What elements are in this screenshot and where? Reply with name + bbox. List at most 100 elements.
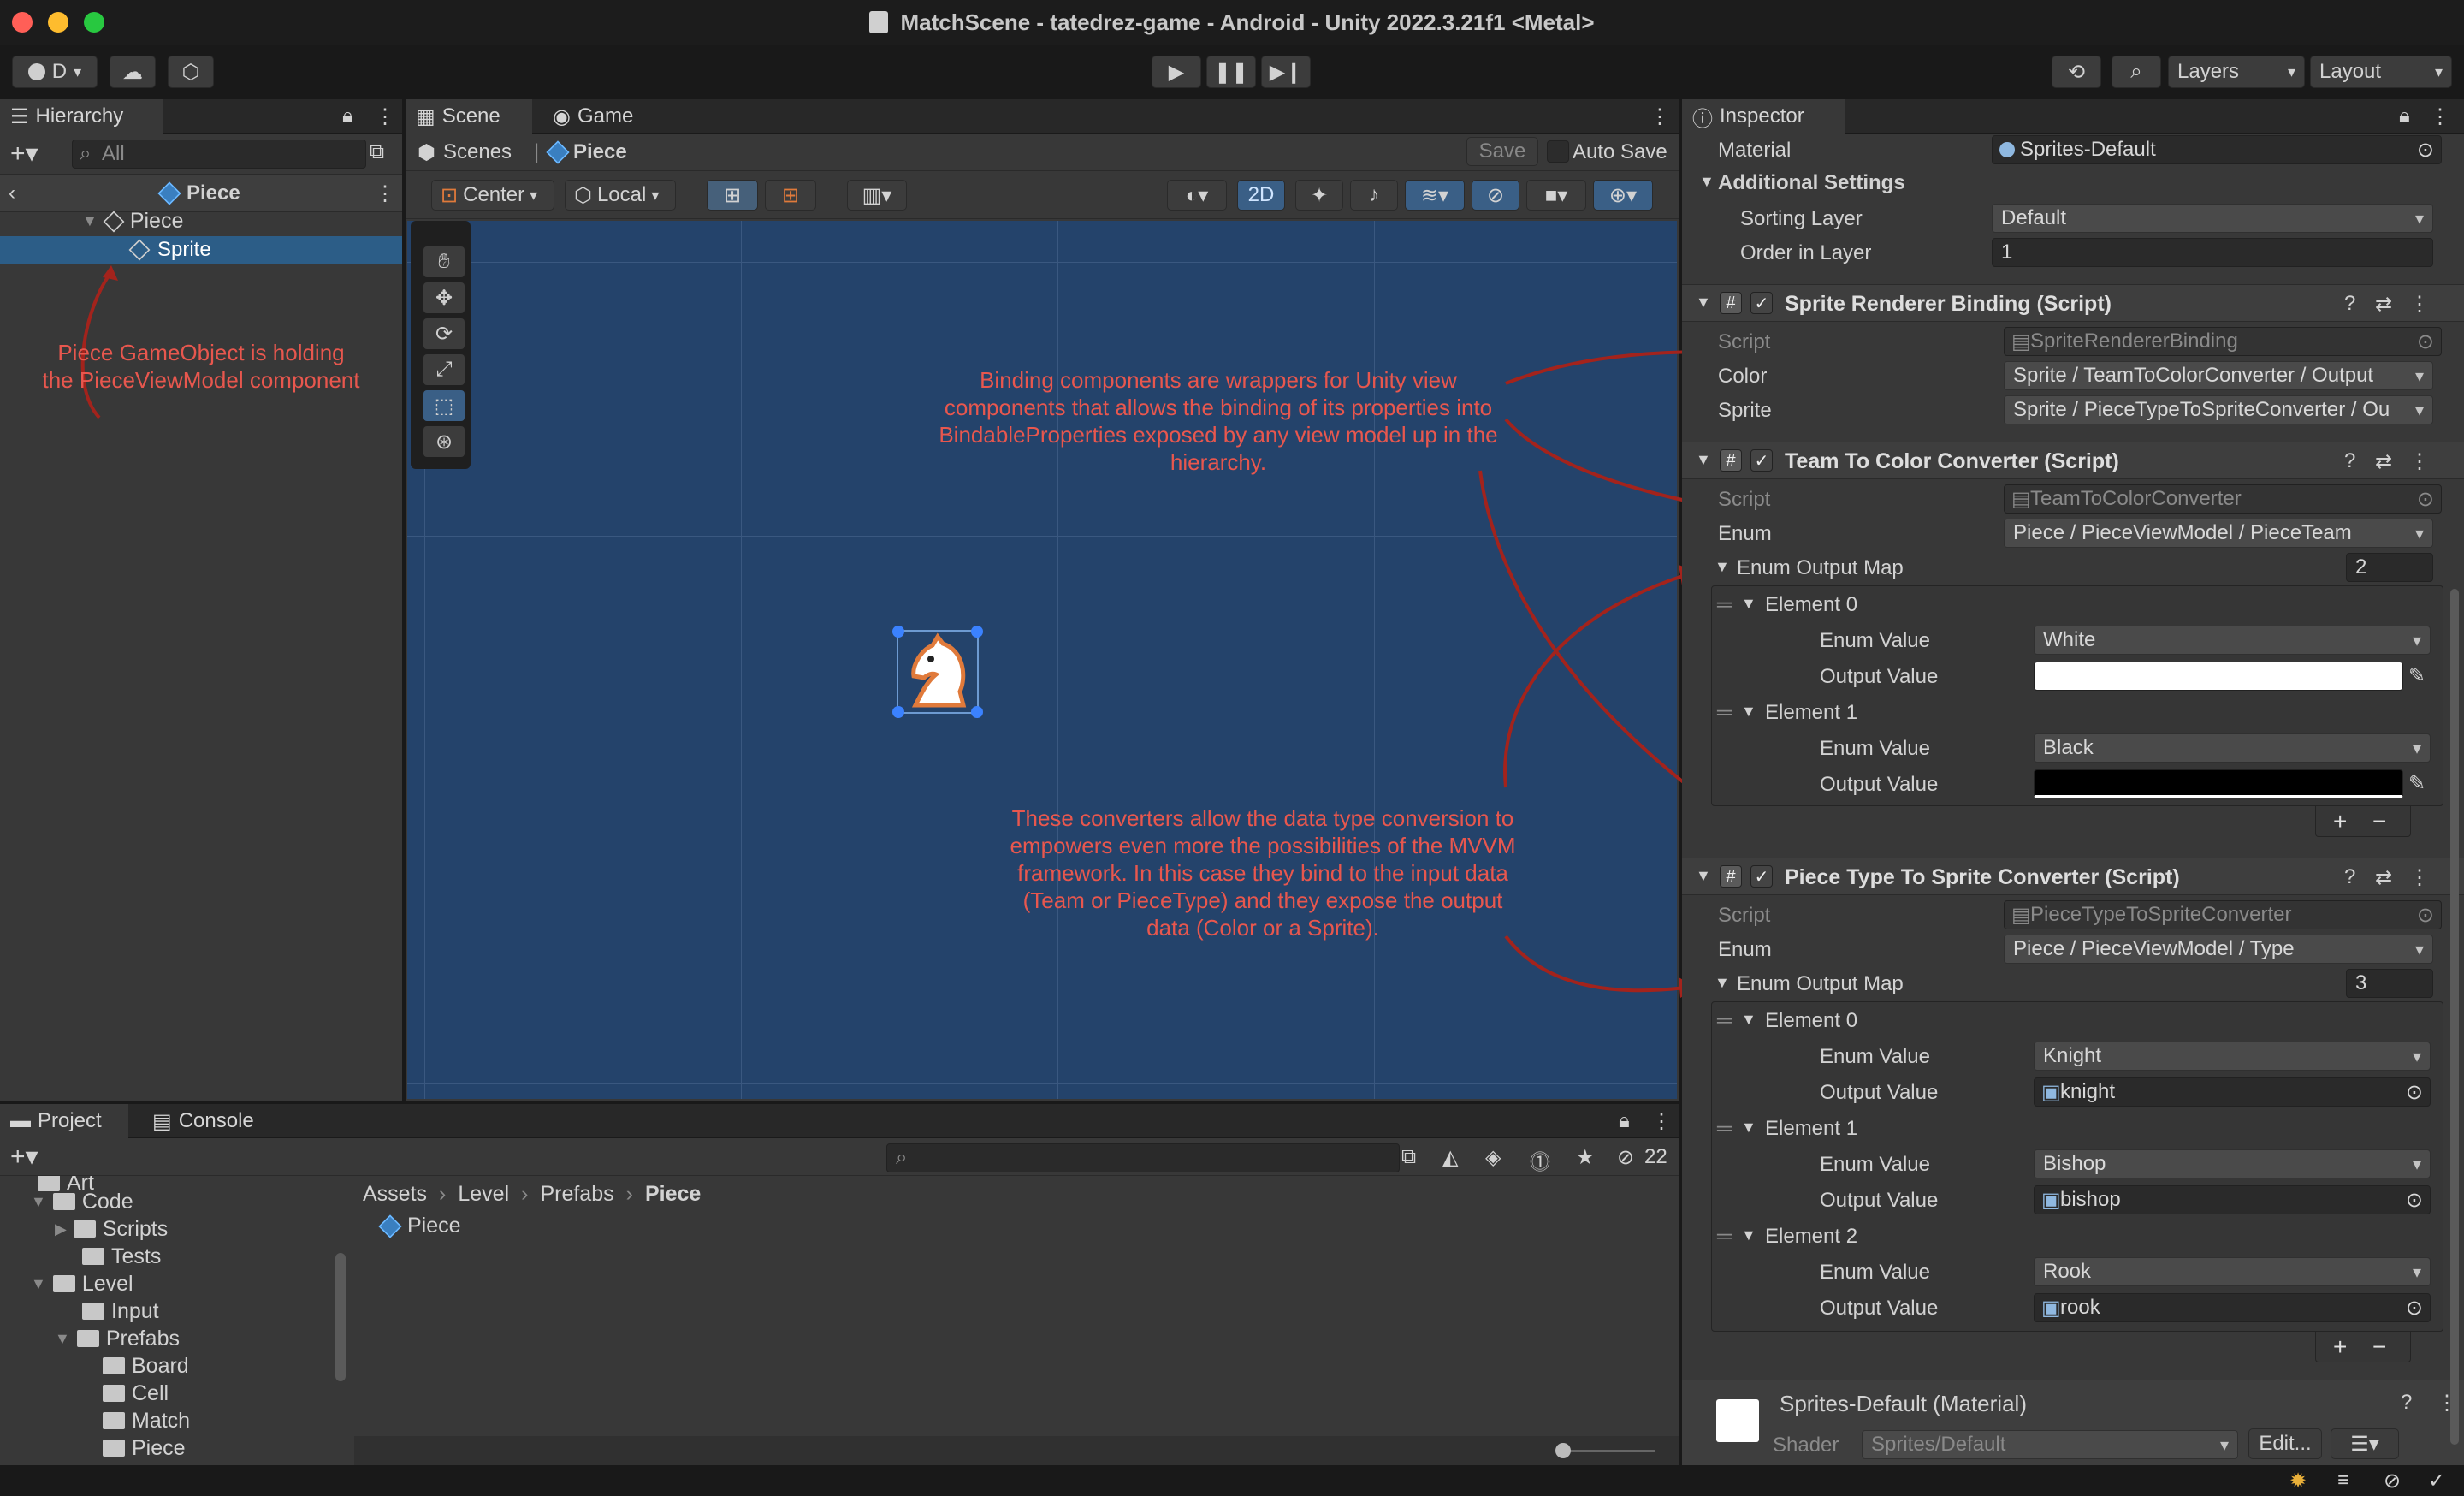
rotate-tool[interactable]: ⟳ [424, 318, 465, 349]
zoom-window-button[interactable] [84, 12, 104, 33]
expand-arrow-icon[interactable]: ▼ [1741, 1226, 1756, 1244]
output-sprite-field[interactable]: ▣ bishop ⊙ [2034, 1185, 2431, 1214]
lock-icon[interactable]: 🔒︎ [342, 104, 353, 128]
gizmos-button[interactable]: ⊕▾ [1593, 180, 1653, 211]
folder-item[interactable]: Cell [103, 1380, 169, 1407]
component-header-team-converter[interactable]: ▼ # ✓ Team To Color Converter (Script) ?… [1682, 442, 2464, 479]
space-dropdown[interactable]: ⬡ Local ▾ [565, 180, 676, 211]
list-element-label[interactable]: Element 0 [1765, 1009, 1857, 1033]
enum-value-dropdown[interactable]: Black [2034, 733, 2431, 763]
grid-snap-button[interactable]: ⊞ [707, 180, 758, 211]
breadcrumb-item[interactable]: Level [458, 1182, 509, 1207]
move-tool[interactable]: ✥ [424, 282, 465, 313]
layers-dropdown[interactable]: Layers ▾ [2168, 56, 2305, 88]
close-window-button[interactable] [12, 12, 33, 33]
folder-item[interactable]: Board [103, 1352, 189, 1380]
camera-button[interactable]: ■▾ [1526, 180, 1586, 211]
2d-mode-button[interactable]: 2D [1237, 180, 1285, 211]
account-button[interactable]: D ▾ [12, 56, 98, 88]
enum-binding-dropdown[interactable]: Piece / PieceViewModel / PieceTeam [2004, 519, 2433, 548]
progress-check-icon[interactable]: ✓ [2428, 1469, 2445, 1493]
pause-button[interactable]: ❚❚ [1206, 56, 1256, 88]
project-search-input[interactable]: ⌕ [886, 1143, 1400, 1172]
presets-icon[interactable]: ⇄ [2375, 449, 2392, 474]
breadcrumb-item[interactable]: Prefabs [540, 1182, 613, 1207]
add-element-icon[interactable]: + [2333, 1333, 2347, 1361]
folder-item[interactable]: Piece [103, 1434, 186, 1462]
folder-item[interactable]: ▼ Prefabs [55, 1325, 180, 1352]
lighting-button[interactable]: ✦ [1295, 180, 1343, 211]
drag-handle-icon[interactable]: ═ [1717, 1117, 1732, 1141]
icon-size-slider[interactable] [1561, 1450, 1655, 1452]
expand-arrow-icon[interactable]: ▼ [1715, 974, 1730, 992]
tab-console[interactable]: ▤ Console [142, 1104, 279, 1138]
expand-arrow-icon[interactable]: ▼ [1741, 595, 1756, 613]
more-options-icon[interactable]: ⋮ [2409, 449, 2430, 474]
layout-dropdown[interactable]: Layout ▾ [2310, 56, 2452, 88]
add-icon[interactable]: +▾ [10, 139, 38, 169]
breadcrumb-scenes[interactable]: Scenes [443, 140, 512, 164]
hidden-packages-icon[interactable]: ⊘ [1617, 1145, 1634, 1170]
favorite-star-icon[interactable]: ★ [1576, 1145, 1595, 1170]
order-in-layer-input[interactable]: 1 [1992, 238, 2433, 267]
folder-item[interactable]: ▶ Scripts [55, 1215, 168, 1243]
save-button[interactable]: Save [1466, 137, 1538, 166]
tab-scene[interactable]: ▦ Scene [406, 99, 532, 134]
help-icon[interactable]: ? [2401, 1391, 2412, 1415]
tree-scrollbar[interactable] [335, 1253, 346, 1381]
shading-mode-button[interactable]: ◐▾ [1167, 180, 1227, 211]
color-binding-dropdown[interactable]: Sprite / TeamToColorConverter / Output [2004, 361, 2433, 390]
expand-arrow-icon[interactable]: ▼ [1741, 1119, 1756, 1137]
tab-hierarchy[interactable]: ☰ Hierarchy [0, 99, 163, 134]
search-filter-icon[interactable]: ⧉ [370, 140, 384, 164]
sprite-binding-dropdown[interactable]: Sprite / PieceTypeToSpriteConverter / Ou [2004, 395, 2433, 424]
sorting-layer-dropdown[interactable]: Default [1992, 204, 2433, 233]
bug-icon[interactable]: ✹ [2289, 1469, 2307, 1493]
object-picker-icon[interactable]: ⊙ [2406, 1080, 2423, 1105]
component-enabled-checkbox[interactable]: ✓ [1750, 449, 1773, 472]
more-options-icon[interactable]: ⋮ [2430, 104, 2450, 129]
component-header-binding[interactable]: ▼ # ✓ Sprite Renderer Binding (Script) ?… [1682, 284, 2464, 322]
asset-item[interactable]: Piece [378, 1214, 461, 1238]
presets-icon[interactable]: ⇄ [2375, 292, 2392, 317]
output-sprite-field[interactable]: ▣ rook ⊙ [2034, 1293, 2431, 1322]
folder-item[interactable]: Tests [82, 1243, 161, 1270]
minimize-window-button[interactable] [48, 12, 68, 33]
expand-arrow-icon[interactable]: ▼ [1741, 1011, 1756, 1029]
help-icon[interactable]: ? [2344, 865, 2355, 889]
more-options-icon[interactable]: ⋮ [375, 181, 395, 206]
more-options-icon[interactable]: ⋮ [1651, 1109, 1672, 1134]
component-header-piece-converter[interactable]: ▼ # ✓ Piece Type To Sprite Converter (Sc… [1682, 858, 2464, 895]
lock-icon[interactable]: 🔒︎ [1619, 1109, 1630, 1133]
auto-save-checkbox[interactable] [1547, 140, 1569, 163]
enum-binding-dropdown[interactable]: Piece / PieceViewModel / Type [2004, 935, 2433, 964]
output-color-swatch-black[interactable] [2034, 769, 2403, 798]
help-icon[interactable]: ? [2344, 449, 2355, 473]
search-button[interactable]: ⌕ [2112, 56, 2161, 88]
cache-server-icon[interactable]: ≡ [2337, 1469, 2349, 1493]
object-picker-icon[interactable]: ⊙ [2406, 1296, 2423, 1321]
rect-tool[interactable]: ⬚ [424, 390, 465, 421]
enum-value-dropdown[interactable]: Rook [2034, 1257, 2431, 1286]
inspector-scrollbar[interactable] [2450, 589, 2459, 1445]
icon-size-slider-handle[interactable] [1555, 1443, 1571, 1458]
tab-game[interactable]: ◉ Game [542, 99, 671, 134]
folder-item[interactable]: ▼ Level [31, 1270, 133, 1297]
more-options-icon[interactable]: ⋮ [2409, 292, 2430, 317]
list-element-label[interactable]: Element 2 [1765, 1225, 1857, 1249]
breadcrumb-item[interactable]: Assets [363, 1182, 427, 1207]
tab-project[interactable]: ▬ Project [0, 1104, 128, 1138]
drag-handle-icon[interactable]: ═ [1717, 1009, 1732, 1033]
drag-handle-icon[interactable]: ═ [1717, 1225, 1732, 1249]
tab-inspector[interactable]: ⓘ Inspector [1682, 99, 1845, 134]
expand-arrow-icon[interactable]: ▼ [1715, 558, 1730, 576]
breadcrumb-piece[interactable]: Piece [573, 140, 627, 164]
collab-button[interactable]: ⬡ [168, 56, 214, 88]
search-filter-icon[interactable]: ⧉ [1401, 1145, 1416, 1169]
breadcrumb-item[interactable]: Piece [645, 1182, 701, 1207]
list-element-label[interactable]: Element 0 [1765, 593, 1857, 617]
shader-options-button[interactable]: ☰▾ [2331, 1428, 2399, 1459]
material-field[interactable]: Sprites-Default ⊙ [1992, 135, 2442, 164]
effects-button[interactable]: ≋▾ [1405, 180, 1465, 211]
history-button[interactable]: ⟲ [2052, 56, 2101, 88]
